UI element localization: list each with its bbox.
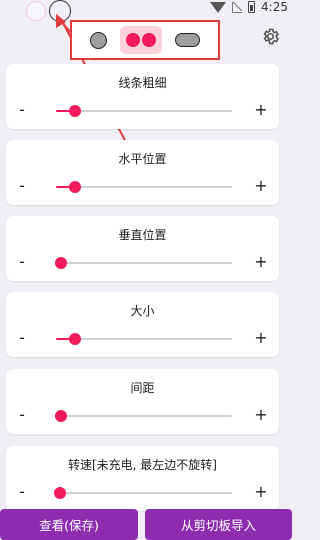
view-save-button[interactable]: 查看(保存): [0, 509, 138, 540]
double-circle-icon: [125, 33, 140, 47]
double-circle-icon-dot: [141, 33, 156, 47]
slider-card: 线条粗细 - +: [6, 64, 279, 129]
import-clipboard-button[interactable]: 从剪切板导入: [145, 509, 292, 540]
increase-button[interactable]: +: [253, 484, 269, 500]
slider-thumb[interactable]: [69, 105, 82, 117]
decrease-button[interactable]: -: [14, 407, 30, 423]
style-option-single-circle[interactable]: [90, 31, 108, 49]
increase-button[interactable]: +: [253, 407, 269, 423]
slider-card: 垂直位置 - +: [6, 216, 279, 281]
decrease-button[interactable]: -: [14, 102, 30, 118]
battery-icon: [248, 1, 256, 13]
slider-label: 线条粗细: [118, 76, 167, 90]
increase-button[interactable]: +: [253, 330, 269, 346]
slider-track[interactable]: [55, 410, 232, 422]
slider-thumb[interactable]: [55, 410, 68, 422]
slider-track[interactable]: [53, 487, 232, 499]
slider-thumb[interactable]: [69, 333, 82, 345]
slider-thumb[interactable]: [69, 181, 82, 193]
slider-thumb[interactable]: [55, 257, 68, 269]
slider-card: 转速[未充电, 最左边不旋转] - +: [6, 446, 279, 511]
slider-card: 间距 - +: [6, 369, 279, 434]
slider-thumb[interactable]: [53, 487, 66, 499]
no-signal-icon: [232, 1, 243, 13]
increase-button[interactable]: +: [253, 102, 269, 118]
gear-icon: [263, 28, 280, 45]
style-option-double-circle[interactable]: [119, 26, 162, 54]
pointer-preview-circle: [49, 0, 71, 22]
increase-button[interactable]: +: [253, 178, 269, 194]
pointer-style-selector: [70, 20, 220, 60]
slider-label: 水平位置: [118, 152, 167, 166]
slider-track[interactable]: [56, 181, 232, 193]
slider-track[interactable]: [56, 105, 232, 117]
decrease-button[interactable]: -: [14, 330, 30, 346]
slider-card: 大小 - +: [6, 292, 279, 357]
decrease-button[interactable]: -: [14, 178, 30, 194]
decrease-button[interactable]: -: [14, 254, 30, 270]
wifi-icon: [210, 1, 227, 13]
slider-card: 水平位置 - +: [6, 140, 279, 205]
slider-track[interactable]: [55, 257, 232, 269]
slider-label: 垂直位置: [118, 228, 167, 242]
pointer-ghost-circle: [26, 1, 46, 21]
slider-label: 转速[未充电, 最左边不旋转]: [68, 458, 217, 472]
decrease-button[interactable]: -: [14, 484, 30, 500]
slider-label: 间距: [130, 381, 155, 395]
style-option-pill[interactable]: [174, 33, 200, 47]
single-circle-icon: [90, 31, 108, 49]
slider-track[interactable]: [56, 333, 232, 345]
settings-button[interactable]: [261, 27, 280, 46]
pill-icon: [174, 33, 200, 47]
increase-button[interactable]: +: [253, 254, 269, 270]
status-time: 4:25: [261, 0, 288, 14]
slider-label: 大小: [130, 304, 155, 318]
